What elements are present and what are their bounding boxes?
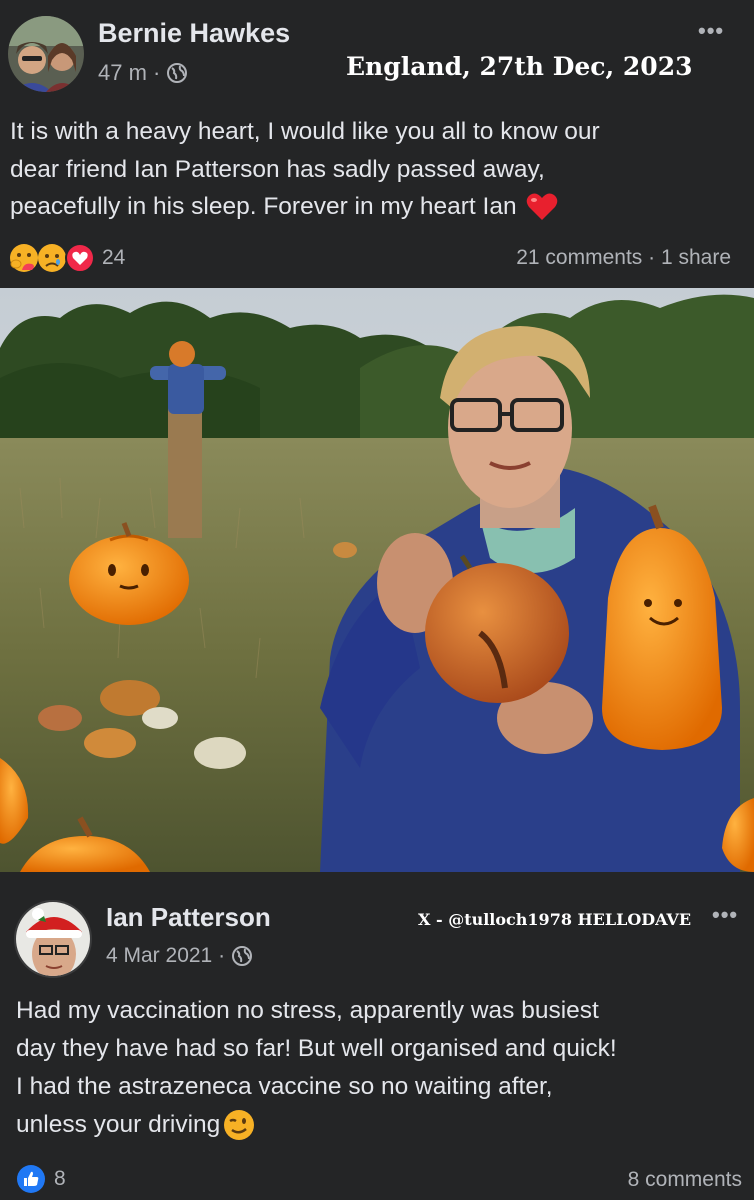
post-timestamp[interactable]: 47 m ·	[98, 60, 188, 86]
timestamp-text: 47 m ·	[98, 60, 161, 85]
post-text-line: day they have had so far! But well organ…	[16, 1035, 617, 1062]
overlay-watermark: X - @tulloch1978 HELLODAVE	[418, 910, 692, 929]
more-options-icon[interactable]: •••	[698, 18, 724, 44]
more-options-icon[interactable]: •••	[712, 902, 738, 928]
avatar-bernie-hawkes[interactable]	[8, 16, 84, 92]
photo-scene-image	[0, 288, 754, 872]
post-text-line: I had the astrazeneca vaccine so no wait…	[16, 1073, 553, 1100]
post-text: Had my vaccination no stress, apparently…	[16, 992, 746, 1144]
reaction-count: 24	[102, 246, 126, 269]
red-heart-emoji-icon	[526, 193, 557, 220]
post-text-line: unless your driving	[16, 1111, 221, 1138]
overlay-location-date: England, 27th Dec, 2023	[346, 52, 693, 81]
post-text-line: It is with a heavy heart, I would like y…	[10, 118, 600, 145]
globe-icon	[232, 946, 253, 966]
post-bernie-hawkes: Bernie Hawkes 47 m · England, 27th Dec, …	[0, 0, 754, 288]
post-timestamp[interactable]: 4 Mar 2021 ·	[106, 944, 253, 968]
post-photo[interactable]	[0, 288, 754, 872]
globe-icon	[167, 63, 188, 83]
post-text-line: peacefully in his sleep. Forever in my h…	[10, 193, 517, 220]
post-text: It is with a heavy heart, I would like y…	[10, 113, 745, 226]
love-reaction-icon	[65, 243, 95, 273]
like-reaction-icon	[17, 1165, 45, 1193]
post-ian-patterson: Ian Patterson 4 Mar 2021 · X - @tulloch1…	[0, 872, 754, 1200]
avatar-ian-patterson[interactable]	[14, 900, 92, 978]
timestamp-text: 4 Mar 2021 ·	[106, 944, 226, 967]
post-author-name[interactable]: Ian Patterson	[106, 902, 271, 933]
reactions-summary[interactable]: 24	[8, 242, 125, 274]
post-text-line: Had my vaccination no stress, apparently…	[16, 997, 599, 1024]
winking-face-emoji-icon	[224, 1110, 255, 1140]
post-author-name[interactable]: Bernie Hawkes	[98, 18, 290, 49]
like-count: 8	[54, 1167, 66, 1190]
reactions-summary[interactable]: 8	[16, 1164, 66, 1194]
comments-count[interactable]: 8 comments	[628, 1168, 742, 1192]
comments-shares-count[interactable]: 21 comments · 1 share	[516, 246, 731, 270]
post-text-line: dear friend Ian Patterson has sadly pass…	[10, 155, 545, 183]
